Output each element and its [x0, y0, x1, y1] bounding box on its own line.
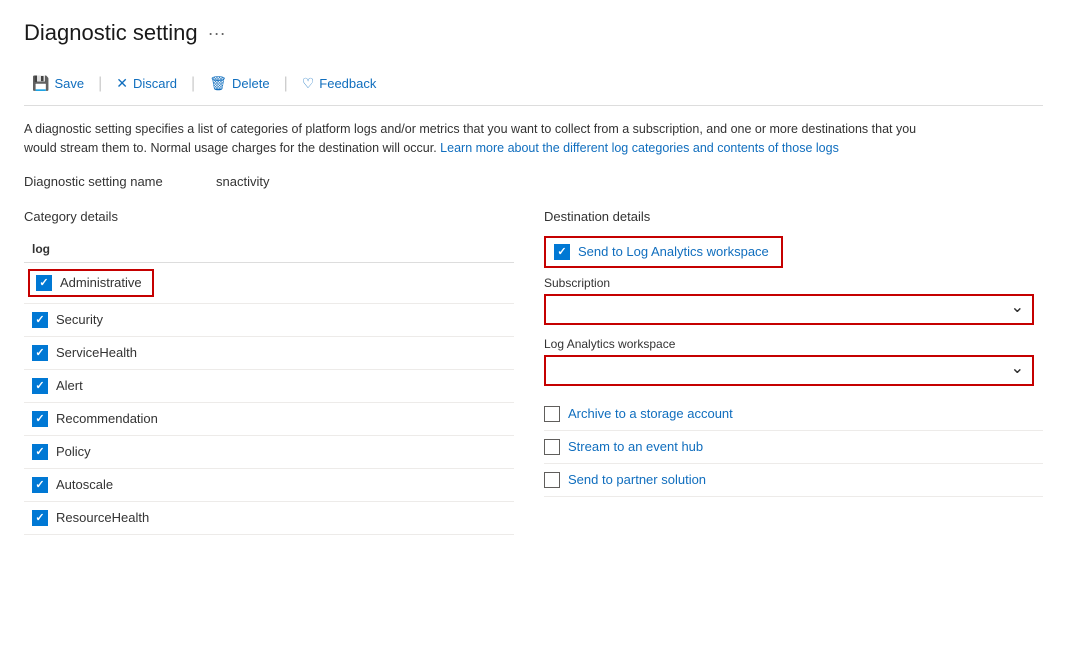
save-button[interactable]: 💾 Save: [24, 70, 92, 97]
description: A diagnostic setting specifies a list of…: [24, 120, 924, 158]
table-row: Recommendation: [24, 402, 514, 435]
page-title-dots: ···: [208, 23, 226, 44]
checkbox-administrative[interactable]: [36, 275, 52, 291]
checkbox-policy[interactable]: [32, 444, 48, 460]
log-analytics-label: Send to Log Analytics workspace: [578, 244, 769, 259]
category-table: log Administrative: [24, 236, 514, 535]
destination-details-header: Destination details: [544, 209, 1043, 224]
setting-name-value: snactivity: [216, 174, 269, 189]
delete-icon: 🗑: [209, 75, 227, 92]
storage-account-option: Archive to a storage account: [544, 398, 1043, 431]
table-row: ServiceHealth: [24, 336, 514, 369]
event-hub-label: Stream to an event hub: [568, 439, 703, 454]
category-label-alert: Alert: [56, 378, 83, 393]
feedback-icon: ♡: [302, 75, 315, 92]
table-row: Policy: [24, 435, 514, 468]
category-label-resourcehealth: ResourceHealth: [56, 510, 149, 525]
workspace-dropdown[interactable]: [544, 355, 1034, 386]
delete-button[interactable]: 🗑 Delete: [201, 70, 277, 97]
checkbox-log-analytics[interactable]: [554, 244, 570, 260]
checkbox-partner-solution[interactable]: [544, 472, 560, 488]
learn-more-link[interactable]: Learn more about the different log categ…: [440, 141, 839, 155]
setting-name-label: Diagnostic setting name: [24, 174, 204, 189]
subscription-dropdown[interactable]: [544, 294, 1034, 325]
partner-solution-option: Send to partner solution: [544, 464, 1043, 497]
workspace-field-group: Log Analytics workspace ⌄: [544, 337, 1043, 386]
event-hub-option: Stream to an event hub: [544, 431, 1043, 464]
discard-icon: ✕: [116, 75, 128, 92]
subscription-label: Subscription: [544, 276, 1043, 290]
workspace-label: Log Analytics workspace: [544, 337, 1043, 351]
right-panel: Destination details Send to Log Analytic…: [544, 209, 1043, 535]
checkbox-alert[interactable]: [32, 378, 48, 394]
left-panel: Category details log Administrative: [24, 209, 544, 535]
checkbox-recommendation[interactable]: [32, 411, 48, 427]
checkbox-security[interactable]: [32, 312, 48, 328]
table-row: Administrative: [24, 262, 514, 303]
log-analytics-option-wrapper: Send to Log Analytics workspace: [544, 236, 783, 268]
checkbox-event-hub[interactable]: [544, 439, 560, 455]
discard-button[interactable]: ✕ Discard: [108, 70, 185, 97]
table-row: Alert: [24, 369, 514, 402]
page-title: Diagnostic setting ···: [24, 20, 1043, 46]
table-row: ResourceHealth: [24, 501, 514, 534]
category-label-autoscale: Autoscale: [56, 477, 113, 492]
table-row: Autoscale: [24, 468, 514, 501]
checkbox-resourcehealth[interactable]: [32, 510, 48, 526]
partner-solution-label: Send to partner solution: [568, 472, 706, 487]
category-label-servicehealth: ServiceHealth: [56, 345, 137, 360]
toolbar: 💾 Save | ✕ Discard | 🗑 Delete | ♡ Feedba…: [24, 62, 1043, 106]
storage-account-label: Archive to a storage account: [568, 406, 733, 421]
category-label-recommendation: Recommendation: [56, 411, 158, 426]
subscription-field-group: Subscription ⌄: [544, 276, 1043, 325]
category-label-policy: Policy: [56, 444, 91, 459]
setting-name-row: Diagnostic setting name snactivity: [24, 174, 1043, 189]
category-label-security: Security: [56, 312, 103, 327]
category-label-administrative: Administrative: [60, 275, 142, 290]
checkbox-servicehealth[interactable]: [32, 345, 48, 361]
category-details-header: Category details: [24, 209, 514, 224]
save-icon: 💾: [32, 75, 49, 92]
checkbox-storage-account[interactable]: [544, 406, 560, 422]
col-log-header: log: [24, 236, 514, 263]
feedback-button[interactable]: ♡ Feedback: [294, 70, 385, 97]
table-row: Security: [24, 303, 514, 336]
checkbox-autoscale[interactable]: [32, 477, 48, 493]
